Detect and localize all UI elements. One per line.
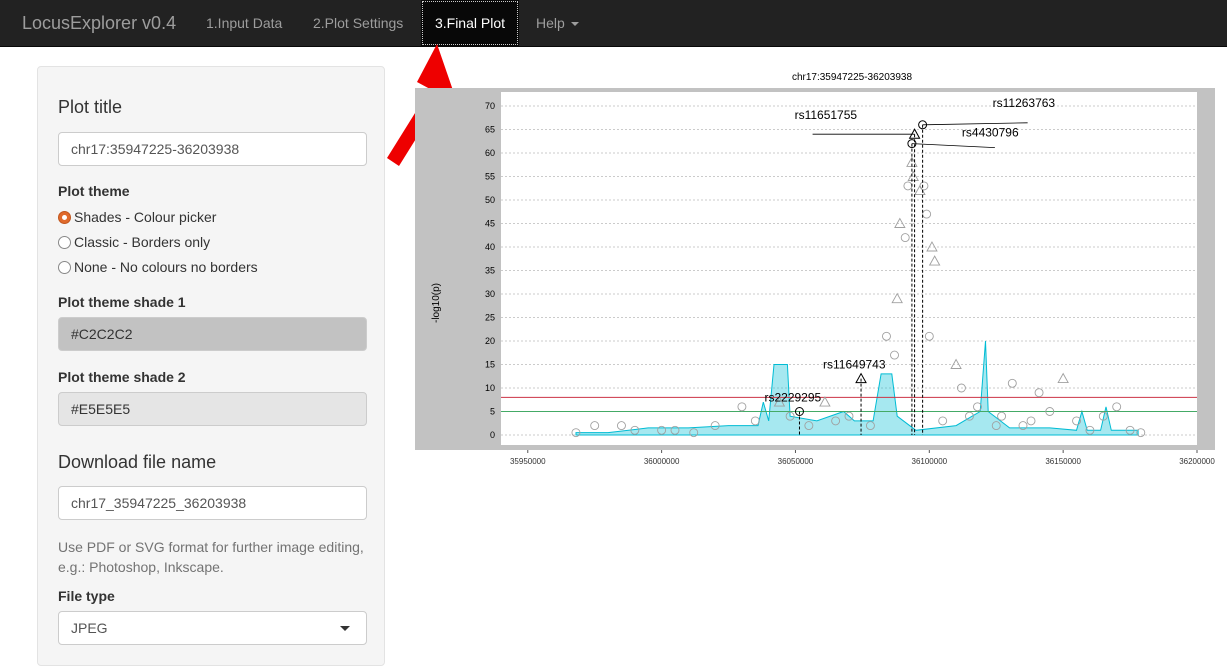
y-tick-label: 5 <box>490 407 495 417</box>
y-tick-label: 20 <box>485 336 495 346</box>
plot-title: chr17:35947225-36203938 <box>792 72 913 83</box>
locus-plot: chr17:35947225-36203938 0 5 10 15 20 25 30 35 40… <box>415 72 1215 466</box>
y-tick-label: 40 <box>485 242 495 252</box>
plot-theme-label: Plot theme <box>58 183 130 199</box>
x-tick-label: 36100000 <box>912 457 948 466</box>
x-tick-label: 36200000 <box>1179 457 1215 466</box>
tab-plot-settings[interactable]: 2.Plot Settings <box>302 0 414 46</box>
tab-help-label: Help <box>536 15 565 31</box>
shade2-input[interactable]: #E5E5E5 <box>58 392 367 426</box>
x-tick-label: 36050000 <box>778 457 814 466</box>
y-tick-label: 70 <box>485 101 495 111</box>
theme-option-label: Shades - Colour picker <box>74 209 217 225</box>
y-tick-label: 45 <box>485 219 495 229</box>
shade2-label: Plot theme shade 2 <box>58 369 186 385</box>
snp-label: rs4430796 <box>962 126 1019 140</box>
download-filename-input[interactable]: chr17_35947225_36203938 <box>58 486 367 520</box>
snp-label: rs11651755 <box>795 108 858 122</box>
theme-option-classic[interactable]: Classic - Borders only <box>58 232 210 252</box>
y-tick-label: 60 <box>485 148 495 158</box>
chevron-down-icon <box>570 22 579 27</box>
y-tick-label: 10 <box>485 383 495 393</box>
theme-option-label: None - No colours no borders <box>74 259 258 275</box>
file-type-select[interactable]: JPEG <box>58 611 367 645</box>
x-tick-label: 35950000 <box>510 457 546 466</box>
y-tick-label: 55 <box>485 172 495 182</box>
y-tick-label: 0 <box>490 430 495 440</box>
y-tick-label: 25 <box>485 313 495 323</box>
plot-title-input[interactable]: chr17:35947225-36203938 <box>58 132 367 166</box>
download-help-text: Use PDF or SVG format for further image … <box>58 539 364 575</box>
download-heading: Download file name <box>58 452 217 472</box>
file-type-label: File type <box>58 588 115 604</box>
app-brand[interactable]: LocusExplorer v0.4 <box>22 0 176 46</box>
shade1-input[interactable]: #C2C2C2 <box>58 317 367 351</box>
x-axis: 35950000 36000000 36050000 36100000 36150000… <box>510 450 1215 466</box>
shade1-label: Plot theme shade 1 <box>58 294 186 310</box>
radio-checked-icon[interactable] <box>58 211 71 224</box>
y-tick-label: 50 <box>485 195 495 205</box>
radio-unchecked-icon[interactable] <box>58 261 71 274</box>
radio-unchecked-icon[interactable] <box>58 236 71 249</box>
theme-option-none[interactable]: None - No colours no borders <box>58 257 258 277</box>
snp-label: rs2229295 <box>764 391 821 405</box>
theme-option-label: Classic - Borders only <box>74 234 211 250</box>
snp-label: rs11263763 <box>993 96 1056 110</box>
x-tick-label: 36150000 <box>1045 457 1081 466</box>
y-axis-label: -log10(p) <box>431 283 442 323</box>
y-axis: 0 5 10 15 20 25 30 35 40 45 50 55 60 65 70 <box>485 101 495 440</box>
tab-help[interactable]: Help <box>536 0 579 46</box>
plot-title-heading: Plot title <box>58 97 123 117</box>
tab-final-plot[interactable]: 3.Final Plot <box>421 0 519 46</box>
plot-panel <box>501 92 1197 445</box>
y-tick-label: 30 <box>485 289 495 299</box>
y-tick-label: 15 <box>485 360 495 370</box>
tab-input-data[interactable]: 1.Input Data <box>195 0 293 46</box>
x-tick-label: 36000000 <box>644 457 680 466</box>
top-navbar: LocusExplorer v0.4 1.Input Data 2.Plot S… <box>0 0 1227 47</box>
y-tick-label: 65 <box>485 125 495 135</box>
y-tick-label: 35 <box>485 266 495 276</box>
settings-sidebar: Plot title chr17:35947225-36203938 Plot … <box>37 66 385 666</box>
chevron-down-icon <box>340 626 350 631</box>
snp-label: rs11649743 <box>823 358 886 372</box>
theme-option-shades[interactable]: Shades - Colour picker <box>58 207 216 227</box>
